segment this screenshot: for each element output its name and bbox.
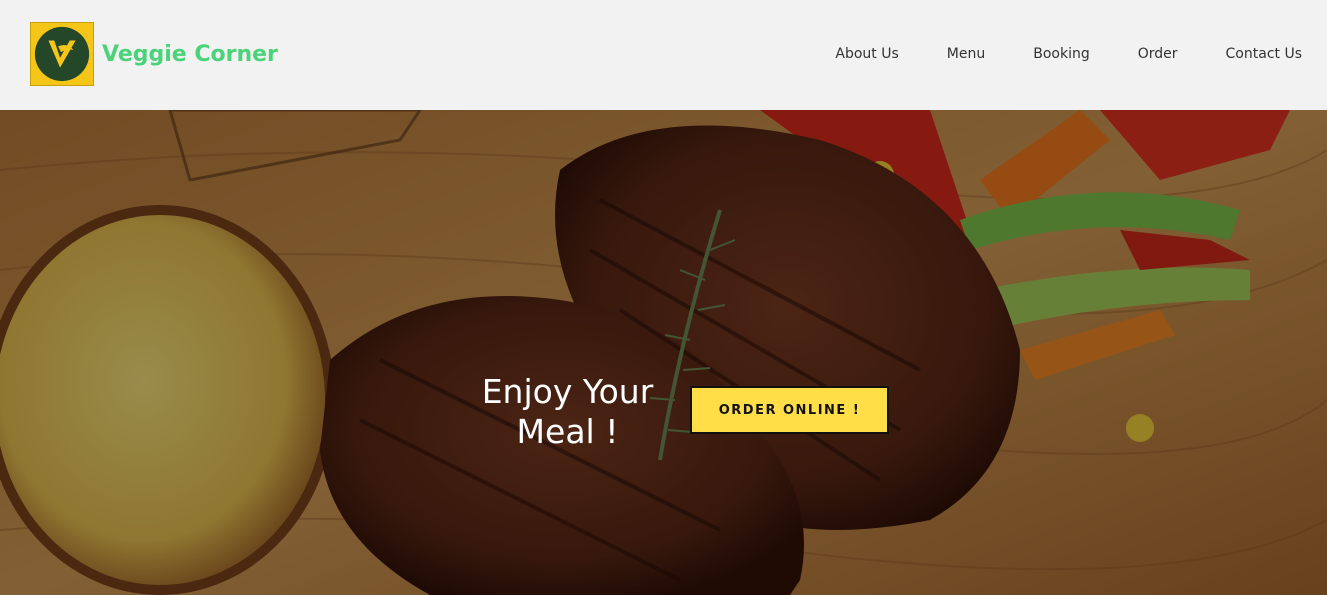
- order-online-button[interactable]: ORDER ONLINE !: [690, 386, 889, 434]
- main-nav: About Us Menu Booking Order Contact Us: [835, 46, 1302, 64]
- nav-order[interactable]: Order: [1138, 46, 1178, 64]
- nav-menu[interactable]: Menu: [947, 46, 985, 64]
- hero-headline: Enjoy Your Meal !: [481, 372, 654, 451]
- brand-name[interactable]: Veggie Corner: [102, 42, 278, 67]
- hero-section: Enjoy Your Meal ! ORDER ONLINE !: [0, 110, 1327, 595]
- site-header: Veggie Corner About Us Menu Booking Orde…: [0, 0, 1327, 110]
- hero-overlay: [0, 110, 1327, 595]
- nav-about-us[interactable]: About Us: [835, 46, 898, 64]
- nav-contact-us[interactable]: Contact Us: [1226, 46, 1302, 64]
- nav-booking[interactable]: Booking: [1033, 46, 1090, 64]
- brand-logo-icon[interactable]: [30, 22, 94, 86]
